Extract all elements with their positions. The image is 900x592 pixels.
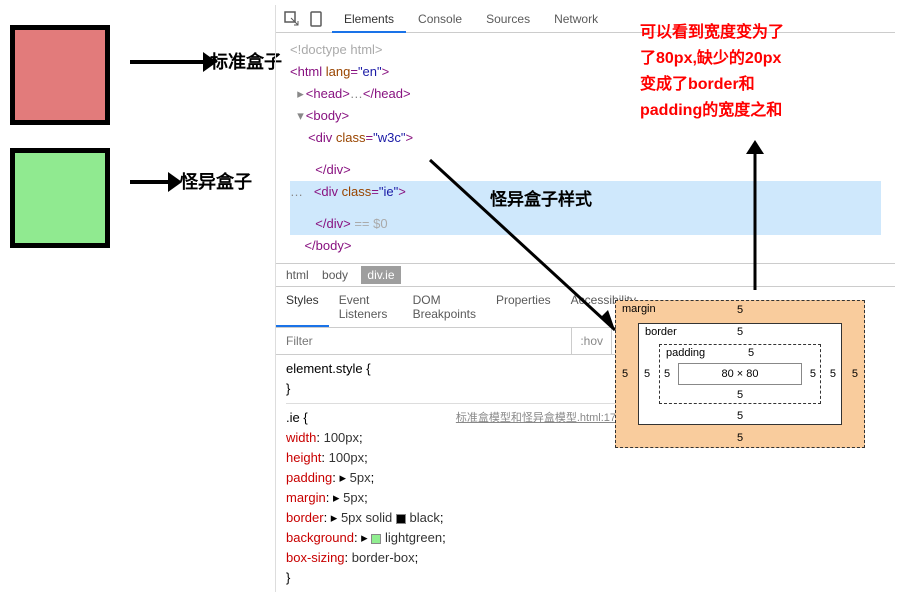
quirks-box-demo — [10, 148, 110, 248]
dom-div-w3c[interactable]: <div class="w3c"> — [290, 127, 881, 149]
tab-elements[interactable]: Elements — [332, 5, 406, 33]
crumb-div-ie[interactable]: div.ie — [361, 266, 400, 284]
padding-label: padding — [666, 347, 705, 359]
black-swatch[interactable] — [396, 514, 406, 524]
label-standard: 标准盒子 — [210, 48, 282, 74]
tab-sources[interactable]: Sources — [474, 5, 542, 33]
up-arrow — [740, 140, 770, 290]
standard-box-demo — [10, 25, 110, 125]
lightgreen-swatch[interactable] — [371, 534, 381, 544]
border-label: border — [645, 326, 677, 338]
tab-network[interactable]: Network — [542, 5, 610, 33]
subtab-listeners[interactable]: Event Listeners — [329, 287, 403, 327]
long-arrow-to-boxmodel — [430, 160, 630, 350]
crumb-body[interactable]: body — [322, 268, 348, 282]
arrow-to-quirks — [130, 180, 170, 184]
label-quirks: 怪异盒子 — [180, 168, 252, 194]
device-icon[interactable] — [308, 11, 324, 27]
crumb-html[interactable]: html — [286, 268, 309, 282]
arrow-to-standard — [130, 60, 205, 64]
inspect-icon[interactable] — [284, 11, 300, 27]
subtab-styles[interactable]: Styles — [276, 287, 329, 327]
element-style-open: element.style { — [286, 359, 616, 379]
tab-console[interactable]: Console — [406, 5, 474, 33]
computed-box-model: margin 5 5 5 5 border 5 5 5 5 padding 5 … — [615, 300, 865, 475]
css-rules[interactable]: element.style { } 标准盒模型和怪异盒模型.html:17 .i… — [276, 355, 626, 592]
source-link[interactable]: 标准盒模型和怪异盒模型.html:17 — [456, 408, 616, 428]
red-annotation: 可以看到宽度变为了 了80px,缺少的20px 变成了border和 paddi… — [640, 20, 890, 124]
element-style-close: } — [286, 379, 616, 399]
content-size: 80 × 80 — [678, 363, 802, 385]
